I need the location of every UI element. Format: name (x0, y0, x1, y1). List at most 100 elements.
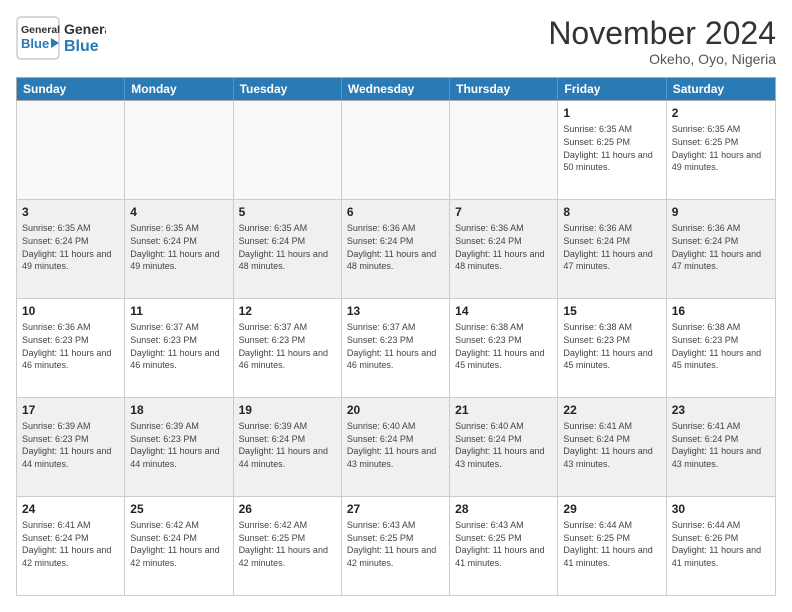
cal-cell: 17 Sunrise: 6:39 AM Sunset: 6:23 PM Dayli… (17, 398, 125, 496)
day-info: Sunrise: 6:35 AM Sunset: 6:25 PM Dayligh… (563, 123, 660, 173)
day-number: 14 (455, 303, 552, 319)
cal-week: 24 Sunrise: 6:41 AM Sunset: 6:24 PM Dayli… (17, 497, 775, 595)
cal-cell: 10 Sunrise: 6:36 AM Sunset: 6:23 PM Dayli… (17, 299, 125, 397)
day-number: 10 (22, 303, 119, 319)
day-number: 13 (347, 303, 444, 319)
calendar-body: 1Sunrise: 6:35 AM Sunset: 6:25 PM Daylig… (16, 101, 776, 596)
day-number: 18 (130, 402, 227, 418)
day-number: 2 (672, 105, 770, 121)
svg-text:General: General (64, 21, 106, 37)
cal-cell: 25 Sunrise: 6:42 AM Sunset: 6:24 PM Dayli… (125, 497, 233, 595)
day-info: Sunrise: 6:42 AM Sunset: 6:24 PM Dayligh… (130, 519, 227, 569)
cal-cell (17, 101, 125, 199)
svg-text:General: General (21, 24, 60, 36)
day-info: Sunrise: 6:36 AM Sunset: 6:24 PM Dayligh… (563, 222, 660, 272)
day-number: 16 (672, 303, 770, 319)
cal-cell: 23Sunrise: 6:41 AM Sunset: 6:24 PM Dayli… (667, 398, 775, 496)
day-number: 15 (563, 303, 660, 319)
day-number: 28 (455, 501, 552, 517)
day-number: 24 (22, 501, 119, 517)
cal-week: 10 Sunrise: 6:36 AM Sunset: 6:23 PM Dayli… (17, 299, 775, 398)
logo-svg: General Blue General Blue (16, 16, 106, 60)
day-info: Sunrise: 6:39 AM Sunset: 6:24 PM Dayligh… (239, 420, 336, 470)
day-number: 19 (239, 402, 336, 418)
cal-cell: 16 Sunrise: 6:38 AM Sunset: 6:23 PM Dayli… (667, 299, 775, 397)
cal-cell (234, 101, 342, 199)
day-info: Sunrise: 6:36 AM Sunset: 6:24 PM Dayligh… (672, 222, 770, 272)
cal-header-cell: Friday (558, 78, 666, 100)
cal-header-cell: Thursday (450, 78, 558, 100)
calendar: SundayMondayTuesdayWednesdayThursdayFrid… (16, 77, 776, 596)
day-info: Sunrise: 6:39 AM Sunset: 6:23 PM Dayligh… (130, 420, 227, 470)
day-info: Sunrise: 6:37 AM Sunset: 6:23 PM Dayligh… (239, 321, 336, 371)
subtitle: Okeho, Oyo, Nigeria (548, 51, 776, 67)
svg-text:Blue: Blue (64, 38, 99, 55)
day-info: Sunrise: 6:44 AM Sunset: 6:25 PM Dayligh… (563, 519, 660, 569)
day-info: Sunrise: 6:35 AM Sunset: 6:24 PM Dayligh… (239, 222, 336, 272)
cal-cell: 29 Sunrise: 6:44 AM Sunset: 6:25 PM Dayli… (558, 497, 666, 595)
day-info: Sunrise: 6:40 AM Sunset: 6:24 PM Dayligh… (347, 420, 444, 470)
day-info: Sunrise: 6:38 AM Sunset: 6:23 PM Dayligh… (563, 321, 660, 371)
cal-cell: 2 Sunrise: 6:35 AM Sunset: 6:25 PM Daylig… (667, 101, 775, 199)
cal-cell: 27 Sunrise: 6:43 AM Sunset: 6:25 PM Dayli… (342, 497, 450, 595)
cal-cell: 3Sunrise: 6:35 AM Sunset: 6:24 PM Daylig… (17, 200, 125, 298)
day-number: 22 (563, 402, 660, 418)
day-number: 8 (563, 204, 660, 220)
cal-cell: 28 Sunrise: 6:43 AM Sunset: 6:25 PM Dayli… (450, 497, 558, 595)
day-number: 25 (130, 501, 227, 517)
day-info: Sunrise: 6:39 AM Sunset: 6:23 PM Dayligh… (22, 420, 119, 470)
day-number: 30 (672, 501, 770, 517)
day-info: Sunrise: 6:37 AM Sunset: 6:23 PM Dayligh… (347, 321, 444, 371)
cal-cell: 18 Sunrise: 6:39 AM Sunset: 6:23 PM Dayli… (125, 398, 233, 496)
day-info: Sunrise: 6:36 AM Sunset: 6:24 PM Dayligh… (455, 222, 552, 272)
day-info: Sunrise: 6:36 AM Sunset: 6:24 PM Dayligh… (347, 222, 444, 272)
cal-week: 1Sunrise: 6:35 AM Sunset: 6:25 PM Daylig… (17, 101, 775, 200)
cal-cell: 9Sunrise: 6:36 AM Sunset: 6:24 PM Daylig… (667, 200, 775, 298)
cal-week: 17 Sunrise: 6:39 AM Sunset: 6:23 PM Dayli… (17, 398, 775, 497)
cal-cell: 19 Sunrise: 6:39 AM Sunset: 6:24 PM Dayli… (234, 398, 342, 496)
day-info: Sunrise: 6:43 AM Sunset: 6:25 PM Dayligh… (347, 519, 444, 569)
svg-text:Blue: Blue (21, 36, 49, 51)
cal-header-cell: Wednesday (342, 78, 450, 100)
cal-cell: 4Sunrise: 6:35 AM Sunset: 6:24 PM Daylig… (125, 200, 233, 298)
cal-cell: 12 Sunrise: 6:37 AM Sunset: 6:23 PM Dayli… (234, 299, 342, 397)
day-number: 6 (347, 204, 444, 220)
day-number: 26 (239, 501, 336, 517)
cal-week: 3 Sunrise: 6:35 AM Sunset: 6:24 PM Daylig… (17, 200, 775, 299)
cal-cell: 22 Sunrise: 6:41 AM Sunset: 6:24 PM Dayli… (558, 398, 666, 496)
page: General Blue General Blue November 2024 … (0, 0, 792, 612)
day-number: 3 (22, 204, 119, 220)
cal-header-cell: Monday (125, 78, 233, 100)
day-number: 29 (563, 501, 660, 517)
day-info: Sunrise: 6:36 AM Sunset: 6:23 PM Dayligh… (22, 321, 119, 371)
title-block: November 2024 Okeho, Oyo, Nigeria (548, 16, 776, 67)
day-info: Sunrise: 6:38 AM Sunset: 6:23 PM Dayligh… (672, 321, 770, 371)
day-info: Sunrise: 6:41 AM Sunset: 6:24 PM Dayligh… (563, 420, 660, 470)
day-info: Sunrise: 6:37 AM Sunset: 6:23 PM Dayligh… (130, 321, 227, 371)
calendar-header: SundayMondayTuesdayWednesdayThursdayFrid… (16, 77, 776, 101)
main-title: November 2024 (548, 16, 776, 51)
day-info: Sunrise: 6:43 AM Sunset: 6:25 PM Dayligh… (455, 519, 552, 569)
day-info: Sunrise: 6:40 AM Sunset: 6:24 PM Dayligh… (455, 420, 552, 470)
cal-cell: 5 Sunrise: 6:35 AM Sunset: 6:24 PM Daylig… (234, 200, 342, 298)
cal-cell: 8 Sunrise: 6:36 AM Sunset: 6:24 PM Daylig… (558, 200, 666, 298)
day-number: 21 (455, 402, 552, 418)
cal-header-cell: Sunday (17, 78, 125, 100)
cal-cell (342, 101, 450, 199)
day-number: 5 (239, 204, 336, 220)
cal-cell: 6 Sunrise: 6:36 AM Sunset: 6:24 PM Daylig… (342, 200, 450, 298)
day-info: Sunrise: 6:44 AM Sunset: 6:26 PM Dayligh… (672, 519, 770, 569)
logo: General Blue General Blue (16, 16, 106, 60)
day-number: 27 (347, 501, 444, 517)
day-info: Sunrise: 6:35 AM Sunset: 6:25 PM Dayligh… (672, 123, 770, 173)
cal-cell: 20Sunrise: 6:40 AM Sunset: 6:24 PM Dayli… (342, 398, 450, 496)
day-info: Sunrise: 6:41 AM Sunset: 6:24 PM Dayligh… (22, 519, 119, 569)
day-number: 4 (130, 204, 227, 220)
day-number: 23 (672, 402, 770, 418)
day-number: 7 (455, 204, 552, 220)
day-number: 17 (22, 402, 119, 418)
cal-cell: 26Sunrise: 6:42 AM Sunset: 6:25 PM Dayli… (234, 497, 342, 595)
cal-cell: 1Sunrise: 6:35 AM Sunset: 6:25 PM Daylig… (558, 101, 666, 199)
day-number: 12 (239, 303, 336, 319)
cal-header-cell: Tuesday (234, 78, 342, 100)
